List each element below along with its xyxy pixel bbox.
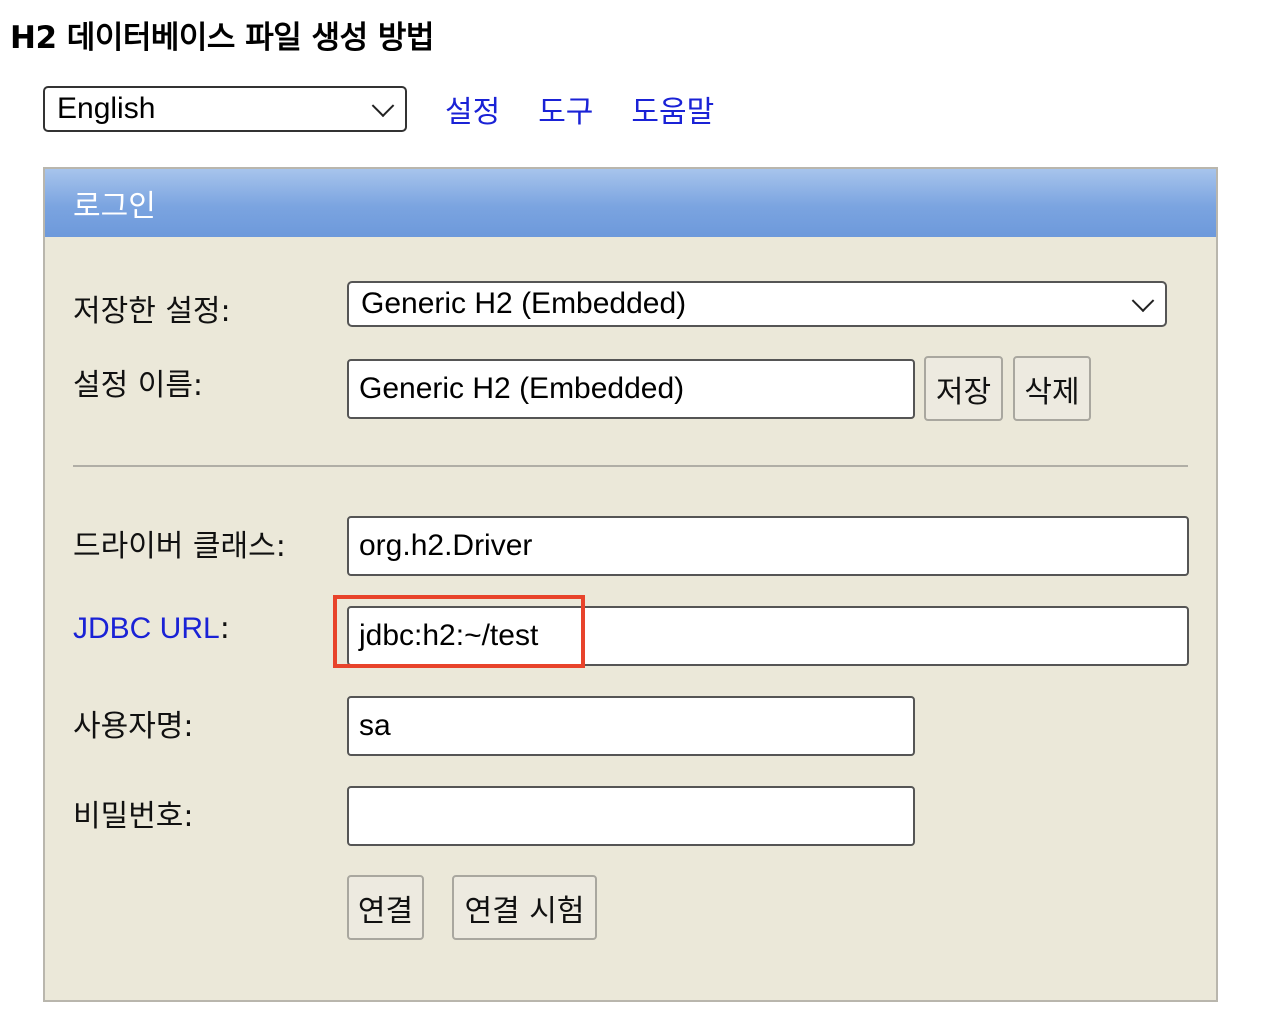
section-divider	[73, 465, 1188, 467]
page-title: H2 데이터베이스 파일 생성 방법	[10, 20, 434, 56]
saved-settings-select-value: Generic H2 (Embedded)	[361, 287, 687, 320]
connect-button[interactable]: 연결	[347, 875, 424, 940]
tools-link[interactable]: 도구	[538, 87, 593, 131]
jdbc-url-label: JDBC URL:	[73, 611, 230, 646]
delete-button[interactable]: 삭제	[1013, 356, 1091, 421]
help-link[interactable]: 도움말	[631, 87, 714, 131]
setting-name-input[interactable]: Generic H2 (Embedded)	[347, 359, 915, 419]
language-select-value: English	[57, 92, 156, 125]
chevron-down-icon	[1131, 289, 1155, 313]
login-panel-header: 로그인	[45, 169, 1216, 237]
password-label: 비밀번호:	[73, 799, 194, 834]
test-connection-button[interactable]: 연결 시험	[452, 875, 597, 940]
jdbc-url-colon: :	[219, 611, 230, 646]
chevron-down-icon	[371, 94, 395, 118]
driver-class-label: 드라이버 클래스:	[73, 529, 286, 564]
login-panel: 로그인 저장한 설정: Generic H2 (Embedded) 설정 이름:…	[43, 167, 1218, 1002]
saved-settings-label: 저장한 설정:	[73, 294, 231, 329]
username-label: 사용자명:	[73, 709, 194, 744]
jdbc-url-input[interactable]: jdbc:h2:~/test	[347, 606, 1189, 666]
driver-class-input[interactable]: org.h2.Driver	[347, 516, 1189, 576]
language-select[interactable]: English	[43, 86, 407, 132]
jdbc-url-help-link[interactable]: JDBC URL	[73, 612, 220, 645]
password-input[interactable]	[347, 786, 915, 846]
setting-name-label: 설정 이름:	[73, 368, 204, 403]
settings-link[interactable]: 설정	[445, 87, 500, 131]
top-toolbar: English 설정 도구 도움말	[43, 86, 714, 132]
saved-settings-select[interactable]: Generic H2 (Embedded)	[347, 281, 1167, 327]
save-button[interactable]: 저장	[924, 356, 1003, 421]
username-input[interactable]: sa	[347, 696, 915, 756]
